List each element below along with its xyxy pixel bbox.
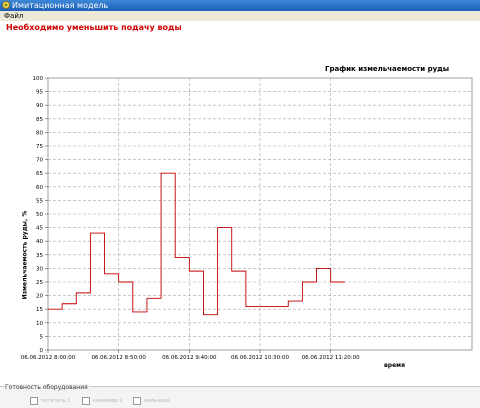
checkbox-box[interactable] bbox=[30, 397, 38, 405]
x-tick-label: 06.06.2012 10:30:00 bbox=[231, 355, 289, 361]
y-tick-label: 60 bbox=[36, 185, 43, 191]
y-tick-label: 30 bbox=[36, 266, 43, 272]
y-tick-label: 55 bbox=[36, 198, 43, 204]
y-tick-label: 15 bbox=[36, 307, 43, 313]
equipment-panel-title: Готовность оборудования bbox=[4, 384, 89, 391]
y-tick-label: 70 bbox=[36, 158, 43, 164]
y-tick-label: 50 bbox=[36, 212, 43, 218]
checkbox-feeder[interactable]: питатель 1 bbox=[30, 397, 70, 405]
ore-grindability-chart: 0 5 10 15 20 25 30 35 40 45 50 55 60 65 70 75 80 85 90 95 10… bbox=[21, 76, 473, 361]
y-tick-label: 45 bbox=[36, 226, 43, 232]
y-tick-label: 100 bbox=[33, 76, 44, 82]
checkbox-box[interactable] bbox=[133, 397, 141, 405]
x-tick-label: 06.06.2012 9:40:00 bbox=[162, 355, 217, 361]
checkbox-label: питатель 1 bbox=[41, 398, 71, 404]
y-tick-label: 65 bbox=[36, 171, 43, 177]
x-tick-label: 06.06.2012 8:50:00 bbox=[91, 355, 146, 361]
checkbox-box[interactable] bbox=[82, 397, 90, 405]
checkbox-mill[interactable]: мельница bbox=[133, 397, 170, 405]
checkbox-label: мельница bbox=[144, 398, 170, 404]
x-tick-label: 06.06.2012 8:00:00 bbox=[21, 355, 76, 361]
checkbox-conveyor[interactable]: конвейер 2 bbox=[82, 397, 123, 405]
checkbox-label: конвейер 2 bbox=[93, 398, 123, 404]
y-tick-label: 80 bbox=[36, 130, 43, 136]
y-tick-label: 90 bbox=[36, 103, 43, 109]
y-tick-label: 40 bbox=[36, 239, 43, 245]
y-tick-label: 75 bbox=[36, 144, 43, 150]
equipment-panel: Готовность оборудования питатель 1 конве… bbox=[0, 384, 480, 408]
y-tick-label: 35 bbox=[36, 253, 43, 259]
y-tick-label: 85 bbox=[36, 117, 43, 123]
y-tick-label: 0 bbox=[40, 348, 44, 354]
y-tick-label: 10 bbox=[36, 321, 43, 327]
y-tick-label: 5 bbox=[40, 334, 44, 340]
y-tick-label: 95 bbox=[36, 90, 43, 96]
y-tick-label: 25 bbox=[36, 280, 43, 286]
y-tick-label: 20 bbox=[36, 294, 43, 300]
x-tick-label: 06.06.2012 11:20:00 bbox=[302, 355, 360, 361]
